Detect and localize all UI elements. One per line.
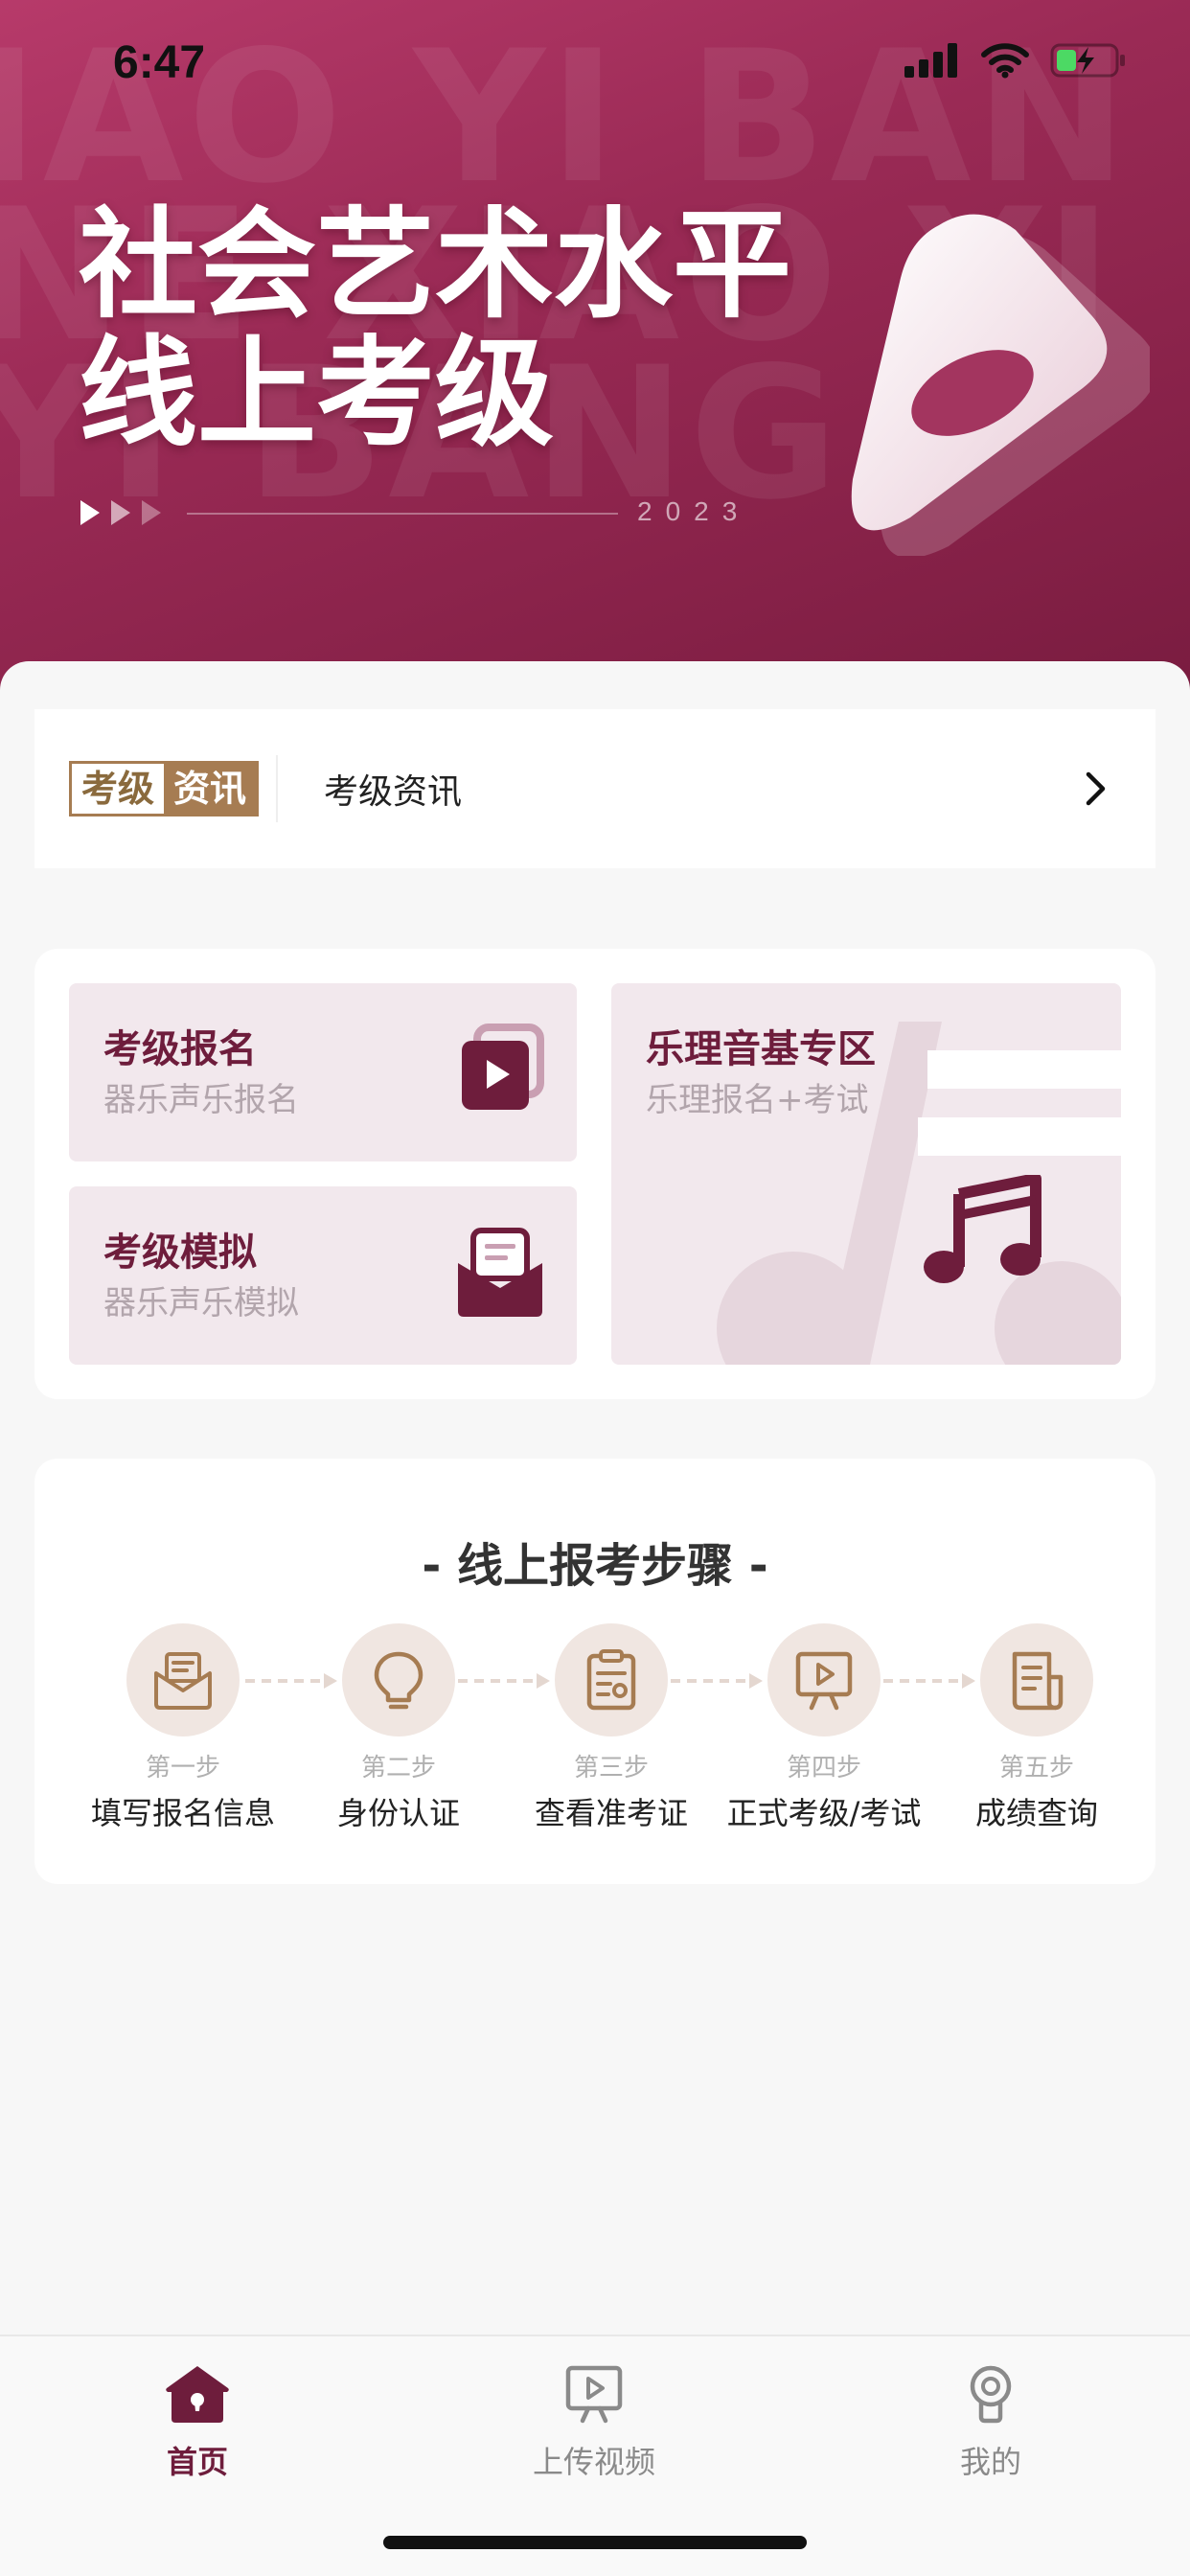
- hero-arrows-icon: [79, 498, 184, 527]
- status-time: 6:47: [113, 37, 206, 88]
- step-label: 成绩查询: [974, 1795, 1098, 1831]
- step-number: 第四步: [786, 1754, 861, 1782]
- step-label: 查看准考证: [534, 1795, 688, 1831]
- step-icon-circle: [767, 1623, 881, 1736]
- music-note-icon: [924, 1175, 1041, 1283]
- step-icon-circle: [126, 1623, 240, 1736]
- hero-banner: IAO YI BAN NE XIAO YI YI BANG 6:47 社会艺术水…: [0, 0, 1190, 690]
- steps-title: - 线上报考步骤 -: [422, 1539, 768, 1593]
- feature-title: 考级模拟: [103, 1230, 257, 1275]
- step-arrow-icon: [458, 1673, 550, 1689]
- step-item: 第二步 身份认证: [293, 1623, 504, 1833]
- step-icon-circle: [342, 1623, 455, 1736]
- step-item: 第三步 查看准考证: [506, 1623, 717, 1833]
- news-divider: [276, 755, 279, 822]
- step-label: 填写报名信息: [90, 1795, 275, 1831]
- wifi-icon: [981, 43, 1029, 79]
- feature-panel: 考级报名 器乐声乐报名 考级模拟 器乐声乐模拟 乐理音基专区 乐理报名+考试: [34, 949, 1156, 1399]
- clipboard-icon: [586, 1649, 636, 1711]
- play-cards-icon: [462, 1024, 544, 1110]
- mail-tray-icon: [458, 1228, 542, 1317]
- step-number: 第一步: [145, 1754, 220, 1782]
- feature-card-theory[interactable]: 乐理音基专区 乐理报名+考试: [611, 983, 1121, 1365]
- cellular-signal-icon: [904, 43, 957, 78]
- content-sheet: 考级 资讯 考级资讯 考级报名 器乐声乐报名 考级模拟 器乐声乐模拟 乐理音基专…: [0, 661, 1190, 2338]
- feature-card-register[interactable]: 考级报名 器乐声乐报名: [69, 983, 577, 1162]
- tab-upload-video[interactable]: 上传视频: [479, 2363, 709, 2482]
- step-item: 第四步 正式考级/考试: [719, 1623, 929, 1833]
- step-arrow-icon: [245, 1673, 337, 1689]
- step-label: 正式考级/考试: [726, 1795, 922, 1831]
- news-bar[interactable]: 考级 资讯 考级资讯: [34, 709, 1156, 868]
- feature-subtitle: 器乐声乐报名: [103, 1081, 299, 1119]
- feature-subtitle: 器乐声乐模拟: [103, 1284, 299, 1322]
- step-icon-circle: [555, 1623, 668, 1736]
- step-number: 第五步: [998, 1754, 1074, 1782]
- feature-title: 乐理音基专区: [646, 1027, 876, 1071]
- video-play-icon: [795, 1651, 853, 1711]
- step-item: 第一步 填写报名信息: [78, 1623, 288, 1833]
- tab-label: 上传视频: [532, 2444, 655, 2480]
- steps-panel: - 线上报考步骤 - 第一步 填写报名信息 第二步 身份认证 第三步 查看准考证…: [34, 1459, 1156, 1884]
- upload-video-icon: [565, 2365, 623, 2424]
- news-badge-right: 资讯: [164, 764, 257, 814]
- step-number: 第二步: [360, 1754, 436, 1782]
- news-label: 考级资讯: [324, 772, 463, 812]
- tab-profile[interactable]: 我的: [876, 2363, 1106, 2482]
- hero-year: 2023: [637, 496, 751, 526]
- feature-subtitle: 乐理报名+考试: [646, 1081, 869, 1119]
- brand-logo-icon: [851, 214, 1150, 556]
- tab-label: 我的: [959, 2444, 1021, 2480]
- home-icon: [166, 2366, 229, 2423]
- status-icons: [904, 42, 1127, 79]
- profile-icon: [970, 2365, 1012, 2424]
- tab-label: 首页: [166, 2444, 228, 2480]
- hero-title-line2: 线上考级: [79, 325, 555, 463]
- news-badge-left: 考级: [72, 764, 165, 814]
- step-number: 第三步: [573, 1754, 649, 1782]
- hero-divider-line: [187, 513, 618, 515]
- news-badge: 考级 资讯: [69, 761, 260, 816]
- document-icon: [1012, 1651, 1064, 1711]
- step-arrow-icon: [671, 1673, 763, 1689]
- step-item: 第五步 成绩查询: [931, 1623, 1142, 1833]
- envelope-icon: [154, 1652, 212, 1710]
- step-icon-circle: [980, 1623, 1093, 1736]
- feature-title: 考级报名: [103, 1027, 257, 1071]
- lightbulb-icon: [374, 1651, 423, 1710]
- hero-title-line1: 社会艺术水平: [79, 196, 792, 334]
- home-indicator: [383, 2536, 807, 2549]
- feature-card-mock[interactable]: 考级模拟 器乐声乐模拟: [69, 1186, 577, 1365]
- step-arrow-icon: [883, 1673, 975, 1689]
- tab-home[interactable]: 首页: [82, 2363, 312, 2482]
- chevron-right-icon[interactable]: [1085, 770, 1108, 807]
- step-label: 身份认证: [336, 1795, 460, 1831]
- battery-charging-icon: [1050, 43, 1125, 78]
- hero-title: 社会艺术水平 线上考级: [79, 201, 826, 458]
